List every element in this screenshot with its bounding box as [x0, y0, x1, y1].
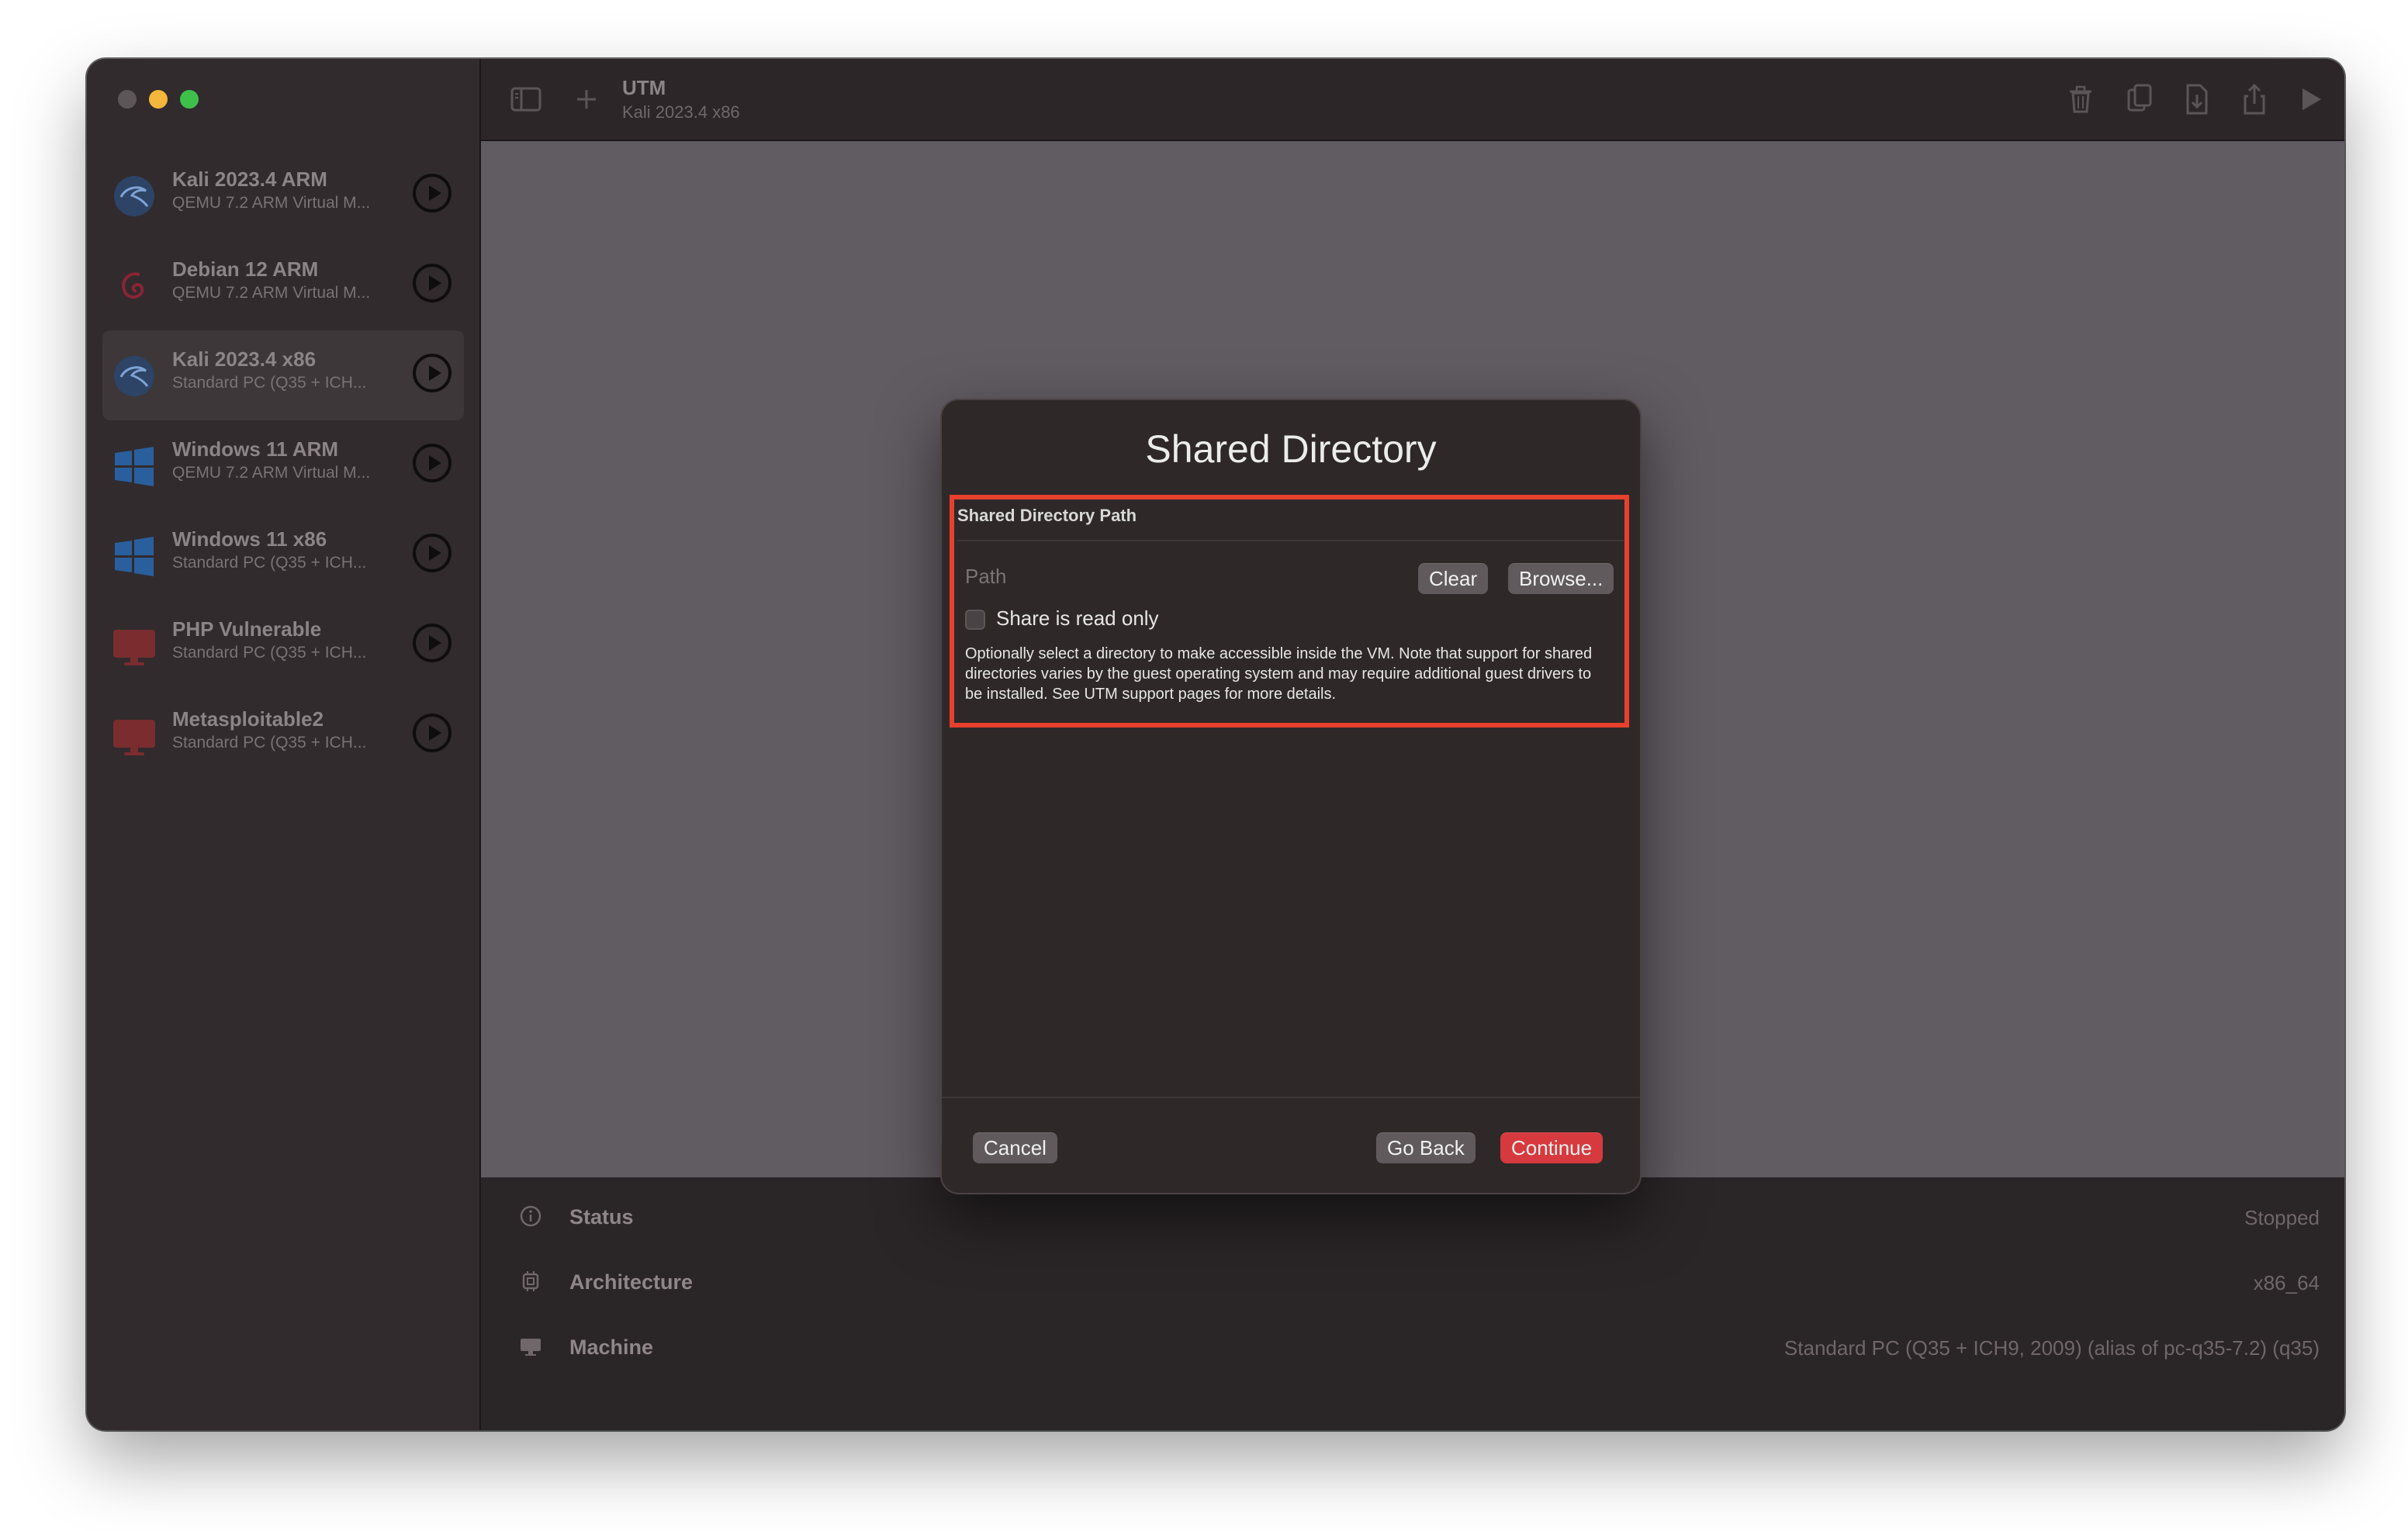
clone-icon[interactable] — [2123, 82, 2157, 116]
section-divider — [957, 540, 1624, 541]
browse-button[interactable]: Browse... — [1508, 563, 1614, 594]
go-back-button[interactable]: Go Back — [1376, 1132, 1476, 1163]
minimize-window-button[interactable] — [149, 90, 168, 109]
detail-row-status: Status Stopped — [481, 1193, 2344, 1239]
vm-subtitle: QEMU 7.2 ARM Virtual M... — [172, 464, 371, 482]
windows-logo-icon — [115, 447, 154, 486]
detail-row-architecture: Architecture x86_64 — [481, 1258, 2344, 1305]
play-icon[interactable] — [413, 624, 452, 662]
dialog-title: Shared Directory — [1145, 427, 1437, 471]
display-icon — [521, 1339, 541, 1356]
path-field[interactable]: Path — [965, 565, 1007, 589]
read-only-label: Share is read only — [996, 607, 1159, 630]
detail-value: Standard PC (Q35 + ICH9, 2009) (alias of… — [1784, 1336, 2320, 1360]
vm-item-debian-arm[interactable]: Debian 12 ARM QEMU 7.2 ARM Virtual M... — [102, 240, 464, 330]
vm-name: PHP Vulnerable — [172, 617, 322, 641]
vm-subtitle: QEMU 7.2 ARM Virtual M... — [172, 194, 371, 212]
vm-name: Windows 11 ARM — [172, 437, 339, 461]
traffic-lights — [118, 90, 199, 109]
vm-list: Kali 2023.4 ARM QEMU 7.2 ARM Virtual M..… — [102, 150, 464, 780]
utm-window: Kali 2023.4 ARM QEMU 7.2 ARM Virtual M..… — [87, 59, 2344, 1430]
vm-item-windows-arm[interactable]: Windows 11 ARM QEMU 7.2 ARM Virtual M... — [102, 420, 464, 510]
vm-name: Kali 2023.4 x86 — [172, 347, 317, 371]
clear-button[interactable]: Clear — [1418, 563, 1489, 594]
windows-logo-icon — [115, 537, 154, 576]
vm-subtitle: Standard PC (Q35 + ICH... — [172, 554, 367, 572]
vm-item-windows-x86[interactable]: Windows 11 x86 Standard PC (Q35 + ICH... — [102, 510, 464, 600]
section-header: Shared Directory Path — [957, 506, 1137, 525]
play-icon[interactable] — [413, 354, 452, 392]
info-circle-icon — [520, 1205, 541, 1227]
detail-label: Architecture — [569, 1270, 694, 1294]
read-only-checkbox[interactable] — [965, 610, 985, 630]
vm-name: Kali 2023.4 ARM — [172, 168, 327, 191]
detail-label: Status — [569, 1205, 634, 1229]
trash-icon[interactable] — [2064, 82, 2098, 116]
vm-subtitle: Standard PC (Q35 + ICH... — [172, 374, 367, 392]
vm-details: Status Stopped Architecture x86_64 Machi… — [481, 1177, 2344, 1430]
description-text: Optionally select a directory to make ac… — [965, 645, 1593, 703]
sidebar: Kali 2023.4 ARM QEMU 7.2 ARM Virtual M..… — [87, 59, 481, 1430]
detail-label: Machine — [569, 1336, 654, 1359]
kali-dragon-icon — [114, 176, 154, 216]
toolbar: UTM Kali 2023.4 x86 — [481, 59, 2344, 141]
play-icon[interactable] — [413, 534, 452, 572]
detail-value: x86_64 — [2253, 1271, 2320, 1294]
play-icon[interactable] — [2293, 82, 2327, 116]
kali-dragon-icon — [114, 356, 154, 396]
debian-swirl-icon — [122, 272, 144, 299]
sidebar-toggle-icon[interactable] — [509, 82, 543, 116]
share-icon[interactable] — [2237, 82, 2271, 116]
detail-row-machine: Machine Standard PC (Q35 + ICH9, 2009) (… — [481, 1323, 2344, 1370]
vm-name: Debian 12 ARM — [172, 257, 319, 281]
detail-value: Stopped — [2244, 1206, 2320, 1229]
vm-item-php-vulnerable[interactable]: PHP Vulnerable Standard PC (Q35 + ICH... — [102, 600, 464, 690]
close-window-button[interactable] — [118, 90, 137, 109]
footer-divider — [942, 1097, 1640, 1098]
play-icon[interactable] — [413, 714, 452, 752]
vm-subtitle: Standard PC (Q35 + ICH... — [172, 644, 367, 662]
shared-directory-dialog: Shared Directory Shared Directory Path P… — [942, 400, 1640, 1193]
vm-item-kali-x86[interactable]: Kali 2023.4 x86 Standard PC (Q35 + ICH..… — [102, 330, 464, 420]
play-icon[interactable] — [413, 264, 452, 302]
cpu-chip-icon — [522, 1271, 539, 1291]
monitor-icon — [113, 720, 155, 755]
vm-item-metasploitable2[interactable]: Metasploitable2 Standard PC (Q35 + ICH..… — [102, 690, 464, 780]
window-title: UTM — [622, 76, 666, 99]
download-icon[interactable] — [2180, 82, 2214, 116]
cancel-button[interactable]: Cancel — [973, 1132, 1057, 1163]
vm-subtitle: Standard PC (Q35 + ICH... — [172, 734, 367, 752]
vm-name: Metasploitable2 — [172, 707, 324, 731]
maximize-window-button[interactable] — [180, 90, 199, 109]
vm-subtitle: QEMU 7.2 ARM Virtual M... — [172, 284, 371, 302]
window-subtitle: Kali 2023.4 x86 — [622, 102, 740, 122]
monitor-icon — [113, 630, 155, 665]
play-icon[interactable] — [413, 174, 452, 213]
continue-button[interactable]: Continue — [1500, 1132, 1604, 1163]
vm-name: Windows 11 x86 — [172, 527, 327, 551]
vm-item-kali-arm[interactable]: Kali 2023.4 ARM QEMU 7.2 ARM Virtual M..… — [102, 150, 464, 240]
plus-icon[interactable] — [569, 82, 604, 116]
play-icon[interactable] — [413, 444, 452, 482]
